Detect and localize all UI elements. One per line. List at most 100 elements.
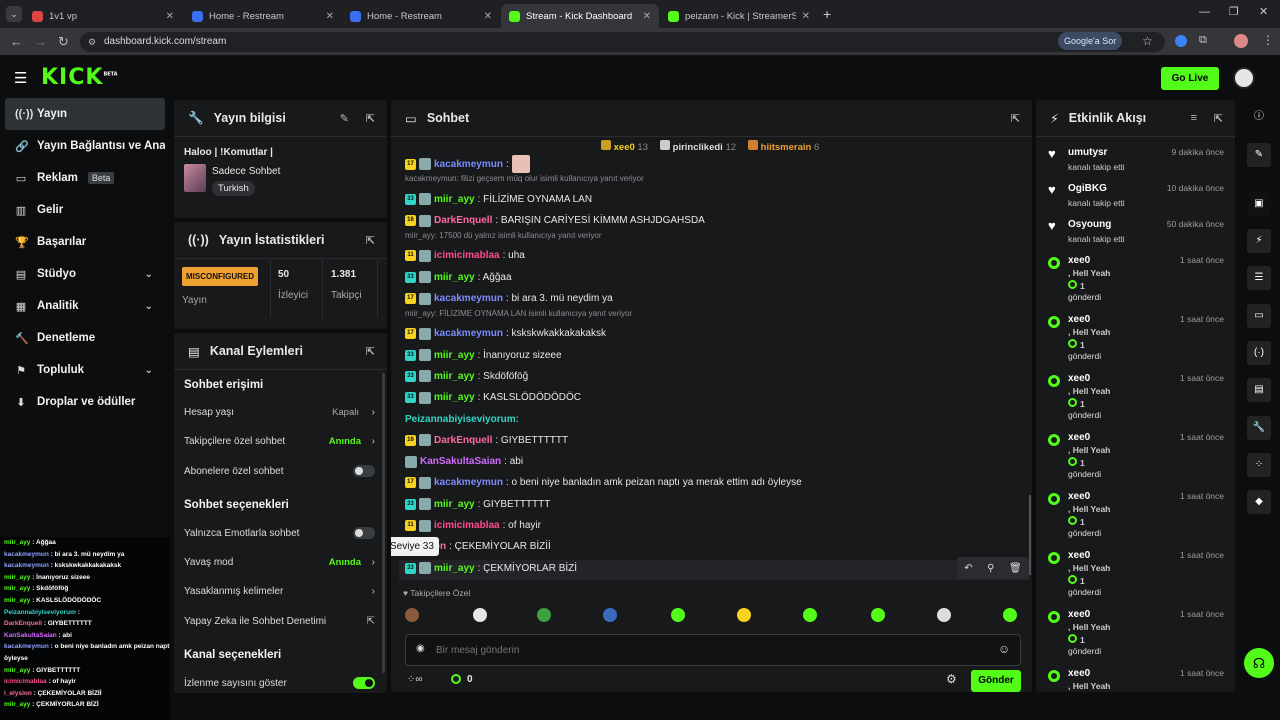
wrench-icon[interactable]: 🔧 <box>1247 416 1271 440</box>
category-name[interactable]: Sadece Sohbet <box>212 166 280 177</box>
chat-username[interactable]: miir_ayy <box>434 563 475 574</box>
close-icon[interactable]: ✕ <box>326 11 334 22</box>
delete-icon[interactable]: 🗑 <box>1009 563 1022 574</box>
sidebar-item-link[interactable]: 🔗 Yayın Bağlantısı ve Anahtarı <box>5 130 165 162</box>
chat-username[interactable]: kacakmeymun <box>434 328 503 339</box>
puzzle-icon[interactable]: ⧉ <box>1199 34 1207 47</box>
chat-username[interactable]: kacakmeymun <box>434 159 503 170</box>
sidebar-item-topluluk[interactable]: ⚑ Topluluk ⌄ <box>5 354 165 386</box>
close-icon[interactable]: ✕ <box>166 11 174 22</box>
emote-icon[interactable] <box>671 608 685 622</box>
chat-message[interactable]: 17 kacakmeymun: bi ara 3. mü neydim ya <box>405 291 613 307</box>
chat-message[interactable]: 33 miir_ayy: ÇEKMİYORLAR BİZİ <box>405 560 577 576</box>
actions-icon[interactable]: ▤ <box>1247 378 1271 402</box>
profile-icon[interactable] <box>1234 34 1248 48</box>
site-info-icon[interactable]: ⚙ <box>88 32 96 52</box>
chat-input[interactable] <box>436 641 976 659</box>
emote-icon[interactable] <box>405 608 419 622</box>
sidebar-item-droplar[interactable]: ⬇ Droplar ve ödüller <box>5 386 165 418</box>
top-gifter[interactable]: xee0 13 <box>601 140 648 154</box>
event-username[interactable]: OgiBKG <box>1068 183 1107 194</box>
emote-icon[interactable] <box>803 608 817 622</box>
restore-icon[interactable]: ❐ <box>1229 5 1239 18</box>
level-badge[interactable]: 33 <box>405 370 416 382</box>
chat-message[interactable]: 11 icimicimablaa: uha <box>405 248 525 264</box>
level-badge[interactable]: 17 <box>405 158 416 170</box>
language-tag[interactable]: Turkish <box>212 181 255 196</box>
row-ai-moderation[interactable]: Yapay Zeka ile Sohbet Denetimi ⇱ <box>184 611 377 631</box>
chat-message[interactable]: 33 miir_ayy: İnanıyoruz sizeee <box>405 347 562 363</box>
google-ask-button[interactable]: Google'a Sor <box>1058 32 1123 50</box>
top-gifter[interactable]: hiitsmerain 6 <box>748 140 819 154</box>
sidebar-item-analitik[interactable]: ▦ Analitik ⌄ <box>5 290 165 322</box>
emote-icon[interactable] <box>871 608 885 622</box>
emote-icon[interactable] <box>537 608 551 622</box>
chat-message[interactable]: 17 kacakmeymun: kskskwkakkakakaksk <box>405 326 606 342</box>
reply-icon[interactable]: ↶ <box>964 563 972 574</box>
close-icon[interactable]: ✕ <box>802 11 810 22</box>
level-badge[interactable]: 16 <box>405 215 416 227</box>
event-username[interactable]: umutysr <box>1068 147 1107 158</box>
chat-message[interactable]: 11 icimicimablaa: of hayir <box>405 518 541 534</box>
back-icon[interactable]: ← <box>10 34 23 49</box>
level-badge[interactable]: 33 <box>405 271 416 283</box>
browser-tab[interactable]: Home - Restream ✕ <box>342 4 500 28</box>
level-badge[interactable]: 33 <box>405 562 416 574</box>
chat-username[interactable]: DarkEnquell <box>434 435 492 446</box>
hamburger-menu-icon[interactable]: ☰ <box>14 69 27 87</box>
stats-icon[interactable]: ▣ <box>1247 192 1271 216</box>
emote-icon[interactable] <box>937 608 951 622</box>
event-username[interactable]: xee0 <box>1068 491 1090 502</box>
chat-message[interactable]: 16 DarkEnquell: GIYBETTTTTT <box>405 432 568 448</box>
chat-message[interactable]: 33 miir_ayy: Skdöföföğ <box>405 368 528 384</box>
event-username[interactable]: xee0 <box>1068 550 1090 561</box>
chat-username[interactable]: icimicimablaa <box>434 250 500 261</box>
popout-icon[interactable]: ⇱ <box>366 345 375 358</box>
level-badge[interactable]: 33 <box>405 392 416 404</box>
level-badge[interactable]: 33 <box>405 193 416 205</box>
event-username[interactable]: xee0 <box>1068 668 1090 679</box>
sidebar-item-studyo[interactable]: ▤ Stüdyo ⌄ <box>5 258 165 290</box>
row-account-age[interactable]: Hesap yaşı Kapalı › <box>184 402 377 422</box>
chat-username[interactable]: miir_ayy <box>434 371 475 382</box>
level-badge[interactable]: 33 <box>405 349 416 361</box>
tab-menu-icon[interactable]: ⌄ <box>6 6 22 22</box>
level-badge[interactable]: 17 <box>405 477 416 489</box>
emoji-icon[interactable]: ☺ <box>998 642 1010 656</box>
chat-username[interactable]: miir_ayy <box>434 194 475 205</box>
chat-message[interactable]: 17 kacakmeymun: o beni niye banladın amk … <box>405 475 802 491</box>
event-username[interactable]: xee0 <box>1068 609 1090 620</box>
top-gifter[interactable]: pirinclikedi 12 <box>660 140 736 154</box>
new-tab-icon[interactable]: + <box>823 6 831 22</box>
row-slow-mode[interactable]: Yavaş mod Anında › <box>184 552 377 572</box>
chat-message[interactable]: KanSakultaSaian: abi <box>405 454 523 470</box>
popout-icon[interactable]: ⇱ <box>1214 112 1223 125</box>
chat-username[interactable]: miir_ayy <box>434 392 475 403</box>
kick-logo[interactable]: KICKBETA <box>41 65 118 90</box>
chat-username[interactable]: DarkEnquell <box>434 215 492 226</box>
browser-tab[interactable]: Home - Restream ✕ <box>184 4 342 28</box>
reload-icon[interactable]: ↻ <box>58 34 69 50</box>
list-icon[interactable]: ☰ <box>1247 266 1271 290</box>
level-badge[interactable]: 16 <box>405 434 416 446</box>
sidebar-item-basarilar[interactable]: 🏆 Başarılar <box>5 226 165 258</box>
chat-username[interactable]: miir_ayy <box>434 499 475 510</box>
popout-icon[interactable]: ⇱ <box>366 112 375 125</box>
broadcast-icon[interactable]: (·) <box>1247 341 1271 365</box>
forward-icon[interactable]: → <box>34 34 47 49</box>
go-live-button[interactable]: Go Live <box>1161 67 1219 90</box>
chat-icon[interactable]: ▭ <box>1247 304 1271 328</box>
chat-message[interactable]: 33 miir_ayy: GIYBETTTTTT <box>405 496 550 512</box>
event-username[interactable]: xee0 <box>1068 314 1090 325</box>
emote-only-toggle[interactable] <box>353 527 375 539</box>
chat-username[interactable]: kacakmeymun <box>434 477 503 488</box>
star-icon[interactable]: ☆ <box>1142 34 1153 48</box>
chat-username[interactable]: KanSakultaSaian <box>420 456 501 467</box>
community-icon[interactable]: ⁘ <box>1247 453 1271 477</box>
popout-icon[interactable]: ⇱ <box>366 234 375 247</box>
chat-username[interactable]: kacakmeymun <box>434 293 503 304</box>
url-field[interactable]: ⚙ dashboard.kick.com/stream <box>80 32 1165 52</box>
level-badge[interactable]: 17 <box>405 328 416 340</box>
row-followers-only[interactable]: Takipçilere özel sohbet Anında › <box>184 431 377 451</box>
event-username[interactable]: xee0 <box>1068 373 1090 384</box>
